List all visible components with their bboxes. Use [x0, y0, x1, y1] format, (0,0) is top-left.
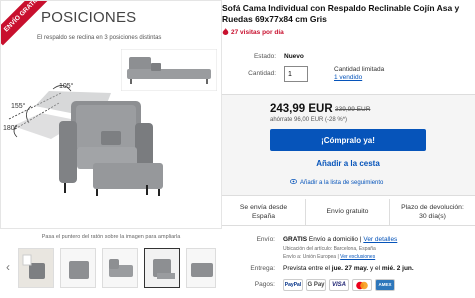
thumbnail-1[interactable] [18, 248, 54, 288]
watchers-text: 27 visitas por día [231, 29, 284, 36]
delivery-estimate: Prevista entre el jue. 27 may. y el mié.… [283, 265, 414, 272]
delivery-from: jue. 27 may. [331, 265, 369, 272]
buy-now-button[interactable]: ¡Cómpralo ya! [270, 129, 426, 151]
listing-details: Sofá Cama Individual con Respaldo Reclin… [222, 0, 475, 298]
zoom-hint: Pasa el puntero del ratón sobre la image… [41, 234, 181, 240]
returns-cell: Plazo de devolución: 30 día(s) [390, 199, 475, 225]
delivery-prefix: Prevista entre el [283, 265, 330, 272]
shipping-summary: Se envía desde España Envío gratuito Pla… [222, 199, 475, 226]
ships-from-line2: España [251, 213, 276, 220]
buy-box: 243,99 EUR 339,99 EUR ahórrate 96,00 EUR… [222, 94, 475, 196]
thumbnail-3[interactable] [102, 248, 138, 288]
delivery-label: Entrega: [250, 265, 275, 272]
add-to-watchlist-link[interactable]: Añadir a la lista de seguimiento [290, 179, 383, 186]
watchlist-text: Añadir a la lista de seguimiento [300, 180, 384, 186]
item-location: Ubicación del artículo: Barcelona, Españ… [283, 246, 376, 252]
ships-to-text: Envío a: Unión Europea [283, 254, 337, 260]
ships-to: Envío a: Unión Europea | Ver exclusiones [283, 254, 376, 260]
ships-from-cell: Se envía desde España [222, 199, 306, 225]
shipping-label: Envío: [256, 236, 275, 243]
image-gallery: ENVÍO GRATIS POSICIONES El respaldo se r… [0, 0, 222, 298]
delivery-mid: y el [369, 265, 381, 272]
eye-icon [290, 179, 297, 184]
angle-155-label: 155° [11, 103, 26, 110]
shipping-free: GRATIS [283, 236, 308, 243]
payments-label: Pagos: [254, 281, 275, 288]
was-price: 339,99 EUR [335, 106, 371, 113]
mastercard-icon [352, 279, 372, 291]
quantity-input[interactable] [284, 66, 308, 82]
thumbnail-5[interactable] [186, 248, 216, 288]
returns-line2: 30 día(s) [419, 213, 446, 220]
thumbnail-strip: ‹ [0, 246, 222, 292]
angle-180-label: 180° [3, 125, 18, 132]
thumbnail-4-selected[interactable] [144, 248, 180, 288]
exclusions-link[interactable]: Ver exclusiones [340, 254, 375, 260]
availability: Cantidad limitada 1 vendido [334, 66, 384, 82]
returns-line1: Plazo de devolución: [401, 204, 464, 211]
visa-icon: VISA [329, 279, 349, 291]
add-to-cart-button[interactable]: Añadir a la cesta [270, 153, 426, 173]
image-subheading: El respaldo se reclina en 3 posiciones d… [37, 35, 162, 41]
shipping-details-link[interactable]: Ver detalles [363, 236, 397, 243]
google-pay-icon: G Pay [306, 279, 326, 291]
condition-label: Estado: [253, 53, 276, 60]
current-price: 243,99 EUR [270, 103, 333, 115]
angle-105-label: 105° [59, 83, 74, 90]
thumbs-prev-icon[interactable]: ‹ [6, 260, 10, 274]
amex-icon: AMEX [375, 279, 395, 291]
main-image[interactable]: ENVÍO GRATIS POSICIONES El respaldo se r… [0, 0, 222, 229]
shipping-method-text: Envío a domicilio [308, 236, 359, 243]
thumbnail-2[interactable] [60, 248, 96, 288]
watchers-count: 27 visitas por día [222, 28, 284, 36]
savings-text: ahórrate 96,00 EUR (-28 %*) [270, 117, 348, 123]
image-heading: POSICIONES [41, 9, 137, 26]
delivery-to: mié. 2 jun. [381, 265, 414, 272]
quantity-label: Cantidad: [248, 70, 276, 77]
free-shipping-cell: Envío gratuito [306, 199, 390, 225]
availability-text: Cantidad limitada [334, 66, 385, 73]
sofa-bed-hero-image [8, 85, 163, 196]
sold-count-link[interactable]: 1 vendido [334, 74, 384, 82]
shipping-method: GRATIS Envío a domicilio | Ver detalles [283, 236, 398, 243]
listing-title: Sofá Cama Individual con Respaldo Reclin… [222, 3, 460, 24]
paypal-icon: PayPal [283, 279, 303, 291]
ships-from-line1: Se envía desde [239, 204, 288, 211]
fire-icon [222, 28, 229, 35]
condition-value: Nuevo [284, 53, 304, 60]
